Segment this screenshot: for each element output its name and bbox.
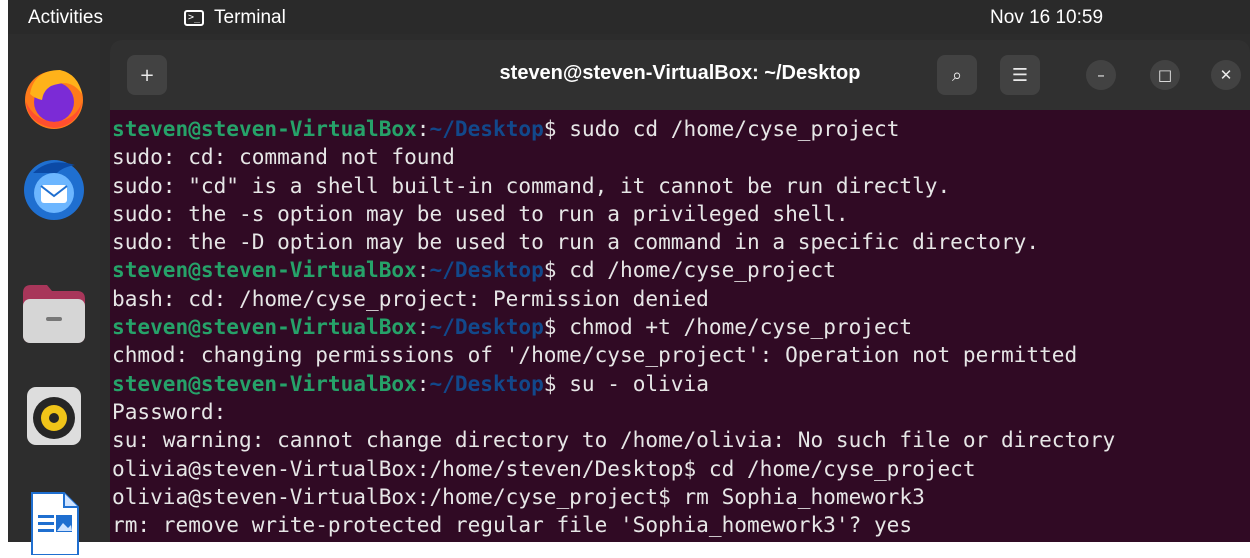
minimize-button[interactable]: – bbox=[1086, 60, 1116, 90]
activities-button[interactable]: Activities bbox=[28, 7, 103, 29]
output-text: sudo: cd: command not found bbox=[112, 144, 455, 170]
output-line: sudo: "cd" is a shell built-in command, … bbox=[112, 172, 1115, 200]
prompt-line: steven@steven-VirtualBox:~/Desktop$ sudo… bbox=[112, 115, 1115, 143]
window-title: steven@steven-VirtualBox: ~/Desktop bbox=[499, 62, 861, 84]
output-line: sudo: cd: command not found bbox=[112, 143, 1115, 171]
thunderbird-icon[interactable] bbox=[16, 150, 92, 226]
close-button[interactable]: ✕ bbox=[1211, 60, 1241, 90]
output-text: olivia@steven-VirtualBox:/home/steven/De… bbox=[112, 455, 976, 481]
new-tab-button[interactable]: + bbox=[127, 55, 167, 95]
minimize-icon: – bbox=[1097, 66, 1105, 84]
command-text: chmod +t /home/cyse_project bbox=[569, 314, 913, 340]
maximize-icon: □ bbox=[1157, 66, 1173, 84]
command-text: sudo cd /home/cyse_project bbox=[569, 116, 900, 141]
prompt-separator: : bbox=[416, 116, 430, 141]
prompt-separator: : bbox=[416, 370, 430, 396]
maximize-button[interactable]: □ bbox=[1150, 60, 1180, 90]
output-text: Password: bbox=[112, 398, 227, 424]
clock[interactable]: Nov 16 10:59 bbox=[990, 7, 1103, 29]
hamburger-menu-icon: ☰ bbox=[1011, 64, 1029, 86]
output-text: sudo: the -s option may be used to run a… bbox=[112, 200, 849, 226]
output-text: su: warning: cannot change directory to … bbox=[112, 427, 1116, 453]
output-text: sudo: the -D option may be used to run a… bbox=[112, 229, 1040, 255]
output-line: chmod: changing permissions of '/home/cy… bbox=[112, 341, 1115, 369]
prompt-separator: : bbox=[416, 257, 430, 283]
terminal-icon: >_ bbox=[184, 10, 204, 26]
prompt-user-host: steven@steven-VirtualBox bbox=[112, 370, 417, 396]
app-name: Terminal bbox=[214, 7, 286, 28]
app-menu[interactable]: >_ Terminal bbox=[184, 7, 286, 29]
prompt-line: steven@steven-VirtualBox:~/Desktop$ chmo… bbox=[112, 313, 1115, 341]
prompt-separator: : bbox=[416, 314, 430, 340]
output-line: bash: cd: /home/cyse_project: Permission… bbox=[112, 285, 1115, 313]
output-line: olivia@steven-VirtualBox:/home/cyse_proj… bbox=[112, 483, 1115, 511]
prompt-symbol: $ bbox=[543, 116, 570, 141]
terminal-output[interactable]: steven@steven-VirtualBox:~/Desktop$ sudo… bbox=[110, 110, 1250, 542]
prompt-path: ~/Desktop bbox=[429, 116, 544, 141]
top-bar: Activities >_ Terminal Nov 16 10:59 bbox=[8, 0, 1250, 34]
command-text: su - olivia bbox=[569, 370, 709, 396]
terminal-lines: steven@steven-VirtualBox:~/Desktop$ sudo… bbox=[112, 115, 1115, 539]
output-line: Password: bbox=[112, 398, 1115, 426]
libreoffice-writer-icon[interactable] bbox=[16, 482, 92, 558]
output-text: chmod: changing permissions of '/home/cy… bbox=[112, 342, 1078, 368]
output-line: sudo: the -D option may be used to run a… bbox=[112, 228, 1115, 256]
prompt-symbol: $ bbox=[543, 370, 570, 396]
new-tab-icon: + bbox=[139, 64, 155, 86]
prompt-path: ~/Desktop bbox=[429, 257, 544, 283]
firefox-icon[interactable] bbox=[16, 60, 92, 136]
prompt-path: ~/Desktop bbox=[429, 314, 544, 340]
output-text: rm: remove write-protected regular file … bbox=[112, 512, 913, 538]
search-button[interactable]: ⌕ bbox=[937, 55, 977, 95]
output-text: olivia@steven-VirtualBox:/home/cyse_proj… bbox=[112, 483, 925, 509]
search-icon: ⌕ bbox=[951, 64, 963, 86]
terminal-window: + steven@steven-VirtualBox: ~/Desktop ⌕ … bbox=[100, 34, 1250, 542]
menu-button[interactable]: ☰ bbox=[1000, 55, 1040, 95]
header-bar: + steven@steven-VirtualBox: ~/Desktop ⌕ … bbox=[110, 40, 1250, 110]
prompt-line: steven@steven-VirtualBox:~/Desktop$ su -… bbox=[112, 370, 1115, 398]
output-text: bash: cd: /home/cyse_project: Permission… bbox=[112, 285, 709, 311]
prompt-symbol: $ bbox=[543, 314, 570, 340]
prompt-line: steven@steven-VirtualBox:~/Desktop$ cd /… bbox=[112, 256, 1115, 284]
prompt-user-host: steven@steven-VirtualBox bbox=[112, 116, 417, 141]
output-line: rm: remove write-protected regular file … bbox=[112, 511, 1115, 539]
close-icon: ✕ bbox=[1219, 66, 1233, 84]
dock bbox=[8, 34, 100, 555]
command-text: cd /home/cyse_project bbox=[569, 257, 836, 283]
output-line: su: warning: cannot change directory to … bbox=[112, 426, 1115, 454]
prompt-user-host: steven@steven-VirtualBox bbox=[112, 257, 417, 283]
output-text: sudo: "cd" is a shell built-in command, … bbox=[112, 172, 951, 198]
prompt-path: ~/Desktop bbox=[429, 370, 544, 396]
prompt-user-host: steven@steven-VirtualBox bbox=[112, 314, 417, 340]
output-line: sudo: the -s option may be used to run a… bbox=[112, 200, 1115, 228]
prompt-symbol: $ bbox=[543, 257, 570, 283]
files-icon[interactable] bbox=[16, 274, 92, 350]
rhythmbox-icon[interactable] bbox=[16, 378, 92, 454]
output-line: olivia@steven-VirtualBox:/home/steven/De… bbox=[112, 455, 1115, 483]
